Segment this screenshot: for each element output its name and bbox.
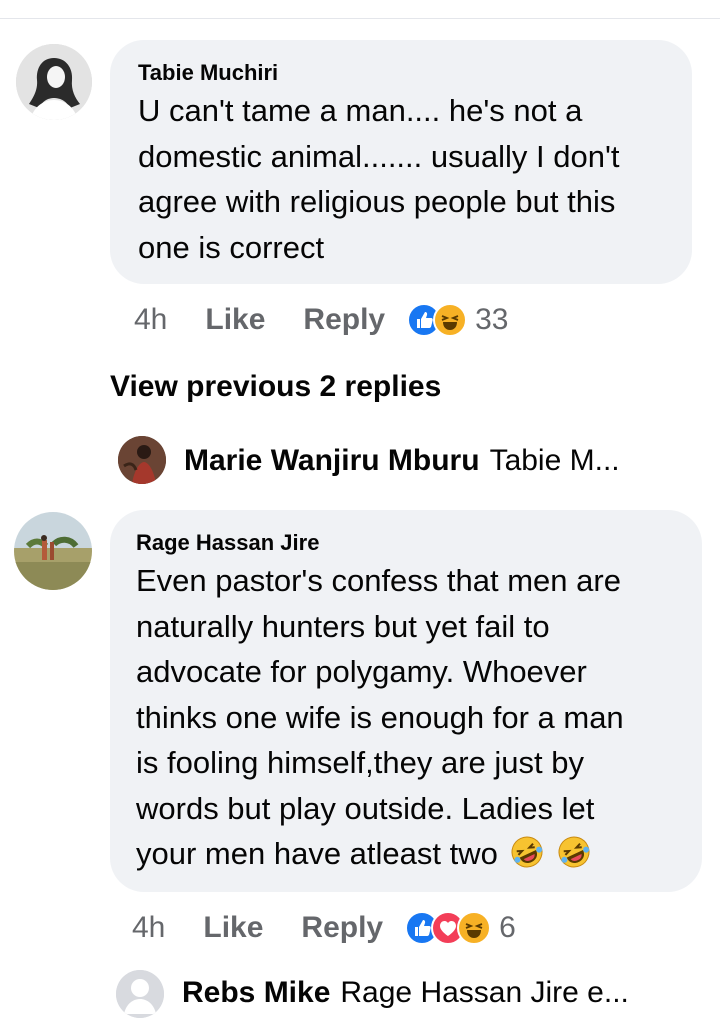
profile-photo-icon <box>118 436 166 484</box>
comment-line: Even pastor's confess that men are <box>136 563 621 598</box>
comment-line: U can't tame a man.... he's not a <box>138 93 583 128</box>
reaction-count[interactable]: 33 <box>475 303 508 337</box>
comment-line: agree with religious people but this <box>138 184 616 219</box>
reply-author[interactable]: Marie Wanjiru Mburu <box>184 444 480 478</box>
default-avatar-icon <box>116 970 164 1018</box>
reply-preview[interactable]: Rebs Mike Rage Hassan Jire e... <box>182 976 629 1010</box>
comment-text: Even pastor's confess that men are natur… <box>136 558 624 877</box>
comment-line: domestic animal....... usually I don't <box>138 138 620 174</box>
timestamp[interactable]: 4h <box>132 911 165 945</box>
haha-reaction-icon <box>457 911 492 945</box>
avatar[interactable] <box>16 44 92 120</box>
reply-button[interactable]: Reply <box>301 911 383 945</box>
comment-line: one is correct <box>138 229 325 265</box>
haha-reaction-icon <box>433 303 468 337</box>
reply-text-preview: Rage Hassan Jire e... <box>340 976 629 1009</box>
reaction-count[interactable]: 6 <box>499 911 516 945</box>
profile-photo-icon <box>16 44 92 120</box>
divider <box>0 18 720 19</box>
avatar[interactable] <box>118 436 166 484</box>
comment-line: advocate for polygamy. Whoever <box>136 654 587 689</box>
reactions-summary[interactable] <box>407 303 468 337</box>
comment-line: naturally hunters but yet fail to <box>136 608 550 644</box>
comment-line-with-emoji: your men have atleast two <box>136 831 624 877</box>
reply-text-preview: Tabie M... <box>489 444 620 477</box>
comment-author[interactable]: Tabie Muchiri <box>138 60 278 86</box>
comment-line: words but play outside. Ladies let <box>136 790 595 826</box>
comment-author[interactable]: Rage Hassan Jire <box>136 530 319 556</box>
avatar[interactable] <box>116 970 164 1018</box>
rolling-on-floor-laughing-icon <box>558 836 590 868</box>
avatar[interactable] <box>14 512 92 590</box>
like-button[interactable]: Like <box>205 303 265 337</box>
comment-text: U can't tame a man.... he's not a domest… <box>138 88 619 270</box>
view-previous-replies[interactable]: View previous 2 replies <box>110 370 441 404</box>
comment-actions: 4h Like Reply 6 <box>132 908 516 948</box>
rolling-on-floor-laughing-icon <box>511 836 543 868</box>
comment-line: is fooling himself,they are just by <box>136 745 584 780</box>
comment-line: your men have atleast two <box>136 836 498 871</box>
reply-preview[interactable]: Marie Wanjiru Mburu Tabie M... <box>184 444 620 478</box>
reactions-summary[interactable] <box>405 911 492 945</box>
comment-line: thinks one wife is enough for a man <box>136 699 624 735</box>
profile-photo-icon <box>14 512 92 590</box>
timestamp[interactable]: 4h <box>134 303 167 337</box>
like-button[interactable]: Like <box>203 911 263 945</box>
reply-author[interactable]: Rebs Mike <box>182 976 330 1010</box>
reply-button[interactable]: Reply <box>303 303 385 337</box>
comment-actions: 4h Like Reply 33 <box>134 300 508 340</box>
